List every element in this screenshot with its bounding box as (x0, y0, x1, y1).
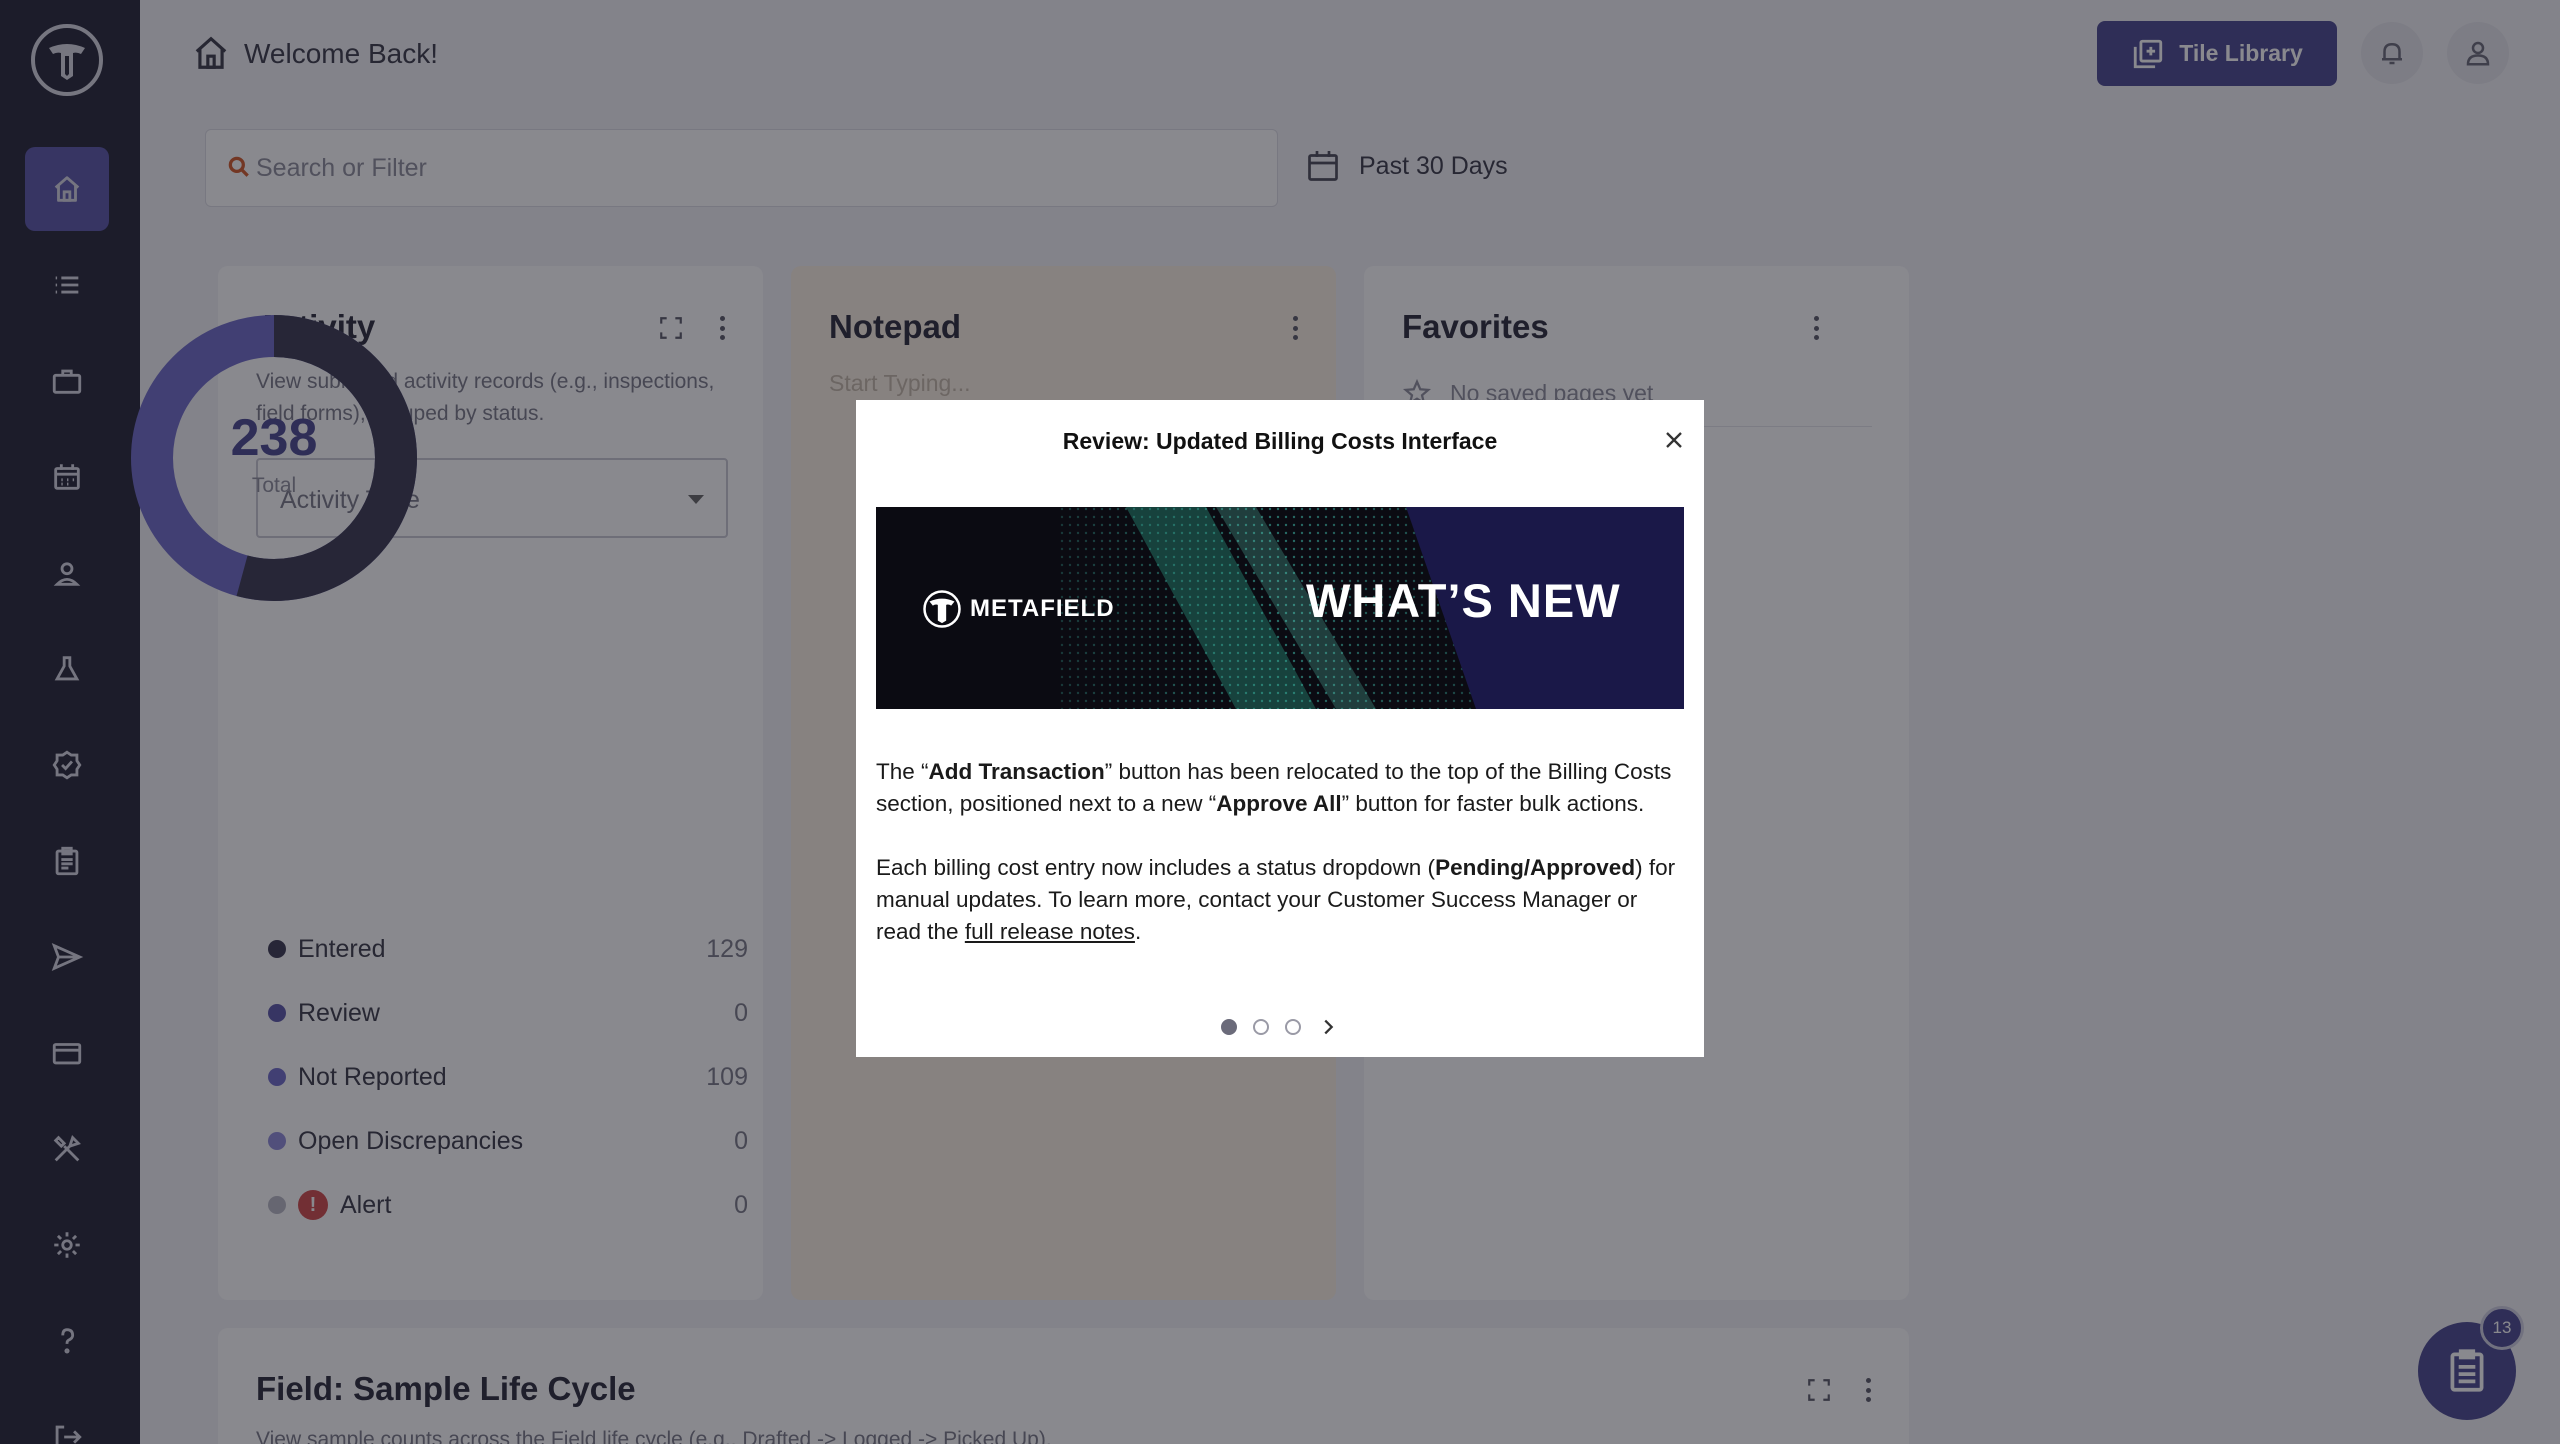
release-notes-link[interactable]: full release notes (965, 919, 1135, 944)
text: The “ (876, 759, 929, 784)
banner-brand-text: METAFIELD (970, 595, 1115, 622)
pager-dot-2[interactable] (1253, 1019, 1269, 1035)
modal-paragraph-2: Each billing cost entry now includes a s… (876, 852, 1684, 948)
chevron-right-icon[interactable] (1317, 1016, 1339, 1038)
whats-new-banner: METAFIELD WHAT’S NEW (876, 507, 1684, 709)
logo-icon (923, 590, 961, 628)
emphasis-add-transaction: Add Transaction (928, 759, 1105, 784)
banner-brand: METAFIELD (922, 589, 1115, 629)
pager-dot-1[interactable] (1221, 1019, 1237, 1035)
emphasis-approve-all: Approve All (1216, 791, 1342, 816)
modal-paragraph-1: The “Add Transaction” button has been re… (876, 756, 1684, 820)
emphasis-pending-approved: Pending/Approved (1435, 855, 1636, 880)
pager-dot-3[interactable] (1285, 1019, 1301, 1035)
text: ” button for faster bulk actions. (1341, 791, 1645, 816)
close-icon[interactable] (1660, 426, 1688, 454)
modal-title: Review: Updated Billing Costs Interface (1062, 428, 1498, 454)
modal-pager (856, 1016, 1704, 1038)
modal-body: The “Add Transaction” button has been re… (876, 756, 1684, 980)
banner-headline: WHAT’S NEW (1306, 574, 1621, 627)
text: . (1134, 919, 1142, 944)
whats-new-modal: Review: Updated Billing Costs Interface (856, 400, 1704, 1057)
text: Each billing cost entry now includes a s… (876, 855, 1436, 880)
